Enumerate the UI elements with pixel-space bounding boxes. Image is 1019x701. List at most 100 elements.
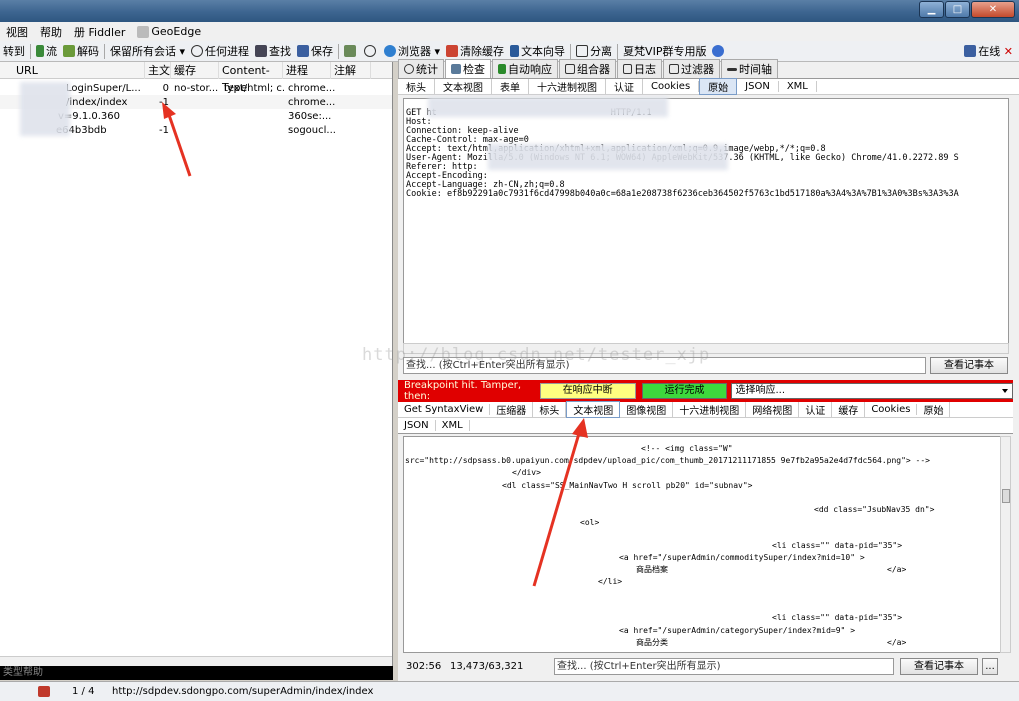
tearoff-button[interactable]: 分离 — [573, 43, 615, 59]
any-process-button[interactable]: 任何进程 — [188, 43, 252, 59]
find-button[interactable]: 查找 — [252, 43, 294, 59]
req-tab-cookies[interactable]: Cookies — [643, 81, 700, 92]
req-tab-textview[interactable]: 文本视图 — [435, 79, 492, 94]
col-comments[interactable]: 注解 — [331, 61, 371, 79]
response-size: 13,473/63,321 — [450, 660, 524, 672]
resp-tab-headers[interactable]: 标头 — [533, 402, 567, 417]
tab-timeline[interactable]: 时间轴 — [721, 59, 778, 78]
binoculars-icon — [255, 45, 268, 57]
decode-button[interactable]: 解码 — [60, 43, 102, 59]
response-tabs-row2: JSON XML — [398, 418, 1013, 434]
tab-autoresponder[interactable]: 自动响应 — [492, 59, 558, 78]
keep-sessions-dropdown[interactable]: 保留所有会话 ▾ — [107, 43, 188, 59]
timer-icon — [364, 45, 377, 57]
browser-dropdown[interactable]: 浏览器 ▾ — [381, 43, 443, 59]
breakpoint-label: Breakpoint hit. Tamper, then: — [404, 380, 522, 402]
session-list: URL 主文 缓存 Content-Type 进程 注解 LoginSuper/… — [0, 61, 393, 667]
req-tab-headers[interactable]: 标头 — [398, 79, 435, 94]
request-tabs: 标头 文本视图 表单 十六进制视图 认证 Cookies 原始 JSON XML — [398, 78, 1019, 95]
request-raw-text[interactable]: GET ht HTTP/1.1Host:Connection: keep-ali… — [403, 98, 1009, 344]
req-tab-auth[interactable]: 认证 — [606, 79, 643, 94]
req-tab-raw[interactable]: 原始 — [699, 78, 738, 95]
req-tab-xml[interactable]: XML — [779, 81, 817, 92]
online-indicator[interactable]: 在线 ✕ — [964, 41, 1013, 61]
menu-geoedge[interactable]: GeoEdge — [131, 25, 207, 38]
run-to-completion-button[interactable]: 运行完成 — [641, 383, 728, 399]
inspector-pane: 统计 检查 自动响应 组合器 日志 过滤器 时间轴 标头 文本视图 表单 十六进… — [398, 59, 1019, 681]
vip-label: 夏梵VIP群专用版 — [623, 45, 707, 58]
camera-icon — [344, 45, 357, 57]
status-bar: 1 / 4 http://sdpdev.sdongpo.com/superAdm… — [0, 681, 1019, 701]
stream-button[interactable]: 流 — [33, 43, 60, 59]
quickexec-status: 类型帮助 — [0, 666, 393, 680]
tab-filters[interactable]: 过滤器 — [663, 59, 720, 78]
col-cache[interactable]: 缓存 — [171, 61, 219, 79]
text-wizard-button[interactable]: 文本向导 — [507, 43, 568, 59]
col-body[interactable]: 主文 — [145, 61, 171, 79]
resp-tab-xml[interactable]: XML — [436, 420, 470, 431]
tab-inspectors[interactable]: 检查 — [445, 59, 491, 78]
response-text[interactable]: <!-- <img class="W" src="http://sdpsass.… — [403, 436, 1008, 653]
col-url[interactable]: URL — [0, 61, 145, 79]
col-content-type[interactable]: Content-Type — [219, 61, 283, 94]
maximize-button[interactable]: □ — [945, 1, 970, 18]
cursor-position: 302:56 — [406, 660, 442, 672]
geoedge-icon — [137, 26, 150, 38]
minimize-button[interactable]: ▁ — [919, 1, 944, 18]
stream-icon — [36, 45, 44, 57]
tab-composer[interactable]: 组合器 — [559, 59, 616, 78]
close-button[interactable]: ✕ — [971, 1, 1015, 18]
resp-tab-hexview[interactable]: 十六进制视图 — [673, 402, 747, 417]
resp-tab-caching[interactable]: 缓存 — [832, 402, 866, 417]
tab-log[interactable]: 日志 — [617, 59, 662, 78]
request-notepad-button[interactable]: 查看记事本 — [930, 357, 1008, 374]
text-wizard-icon — [510, 45, 520, 57]
resp-tab-textview[interactable]: 文本视图 — [566, 401, 621, 418]
break-on-response-button[interactable]: 在响应中断 — [539, 383, 636, 399]
watermark: http://blog.csdn.net/tester_xjp — [362, 345, 711, 365]
resp-tab-cookies[interactable]: Cookies — [865, 404, 918, 415]
redacted-area — [428, 97, 668, 117]
composer-icon — [565, 64, 575, 74]
req-tab-json[interactable]: JSON — [737, 81, 779, 92]
menu-view[interactable]: 视图 — [0, 24, 34, 40]
capture-icon[interactable] — [38, 686, 50, 697]
response-notepad-button[interactable]: 查看记事本 — [900, 657, 978, 675]
choose-response-select[interactable]: 选择响应... — [731, 383, 1013, 399]
resp-tab-json[interactable]: JSON — [398, 420, 436, 431]
menu-bar: 视图 帮助 册 Fiddler GeoEdge — [0, 22, 1019, 41]
col-process[interactable]: 进程 — [283, 61, 331, 79]
resp-tab-syntaxview[interactable]: Get SyntaxView — [398, 404, 491, 415]
decode-icon — [63, 45, 75, 57]
resp-tab-webview[interactable]: 网络视图 — [746, 402, 800, 417]
resp-tab-raw[interactable]: 原始 — [917, 402, 951, 417]
scroll-thumb[interactable] — [1002, 489, 1010, 503]
response-find-input[interactable]: 查找... (按Ctrl+Enter突出所有显示) — [554, 657, 894, 675]
resp-tab-imageview[interactable]: 图像视图 — [620, 402, 674, 417]
req-tab-webforms[interactable]: 表单 — [492, 79, 529, 94]
menu-fiddler[interactable]: 册 Fiddler — [68, 24, 131, 40]
goto-button[interactable]: 转到 — [0, 43, 28, 59]
timeline-icon — [727, 67, 737, 71]
clear-cache-button[interactable]: 清除缓存 — [443, 43, 507, 59]
tab-statistics[interactable]: 统计 — [398, 59, 444, 78]
inspect-icon — [451, 64, 461, 74]
resp-tab-auth[interactable]: 认证 — [799, 402, 833, 417]
session-list-header: URL 主文 缓存 Content-Type 进程 注解 — [0, 61, 392, 94]
lightning-icon — [498, 64, 506, 74]
inspector-tabs: 统计 检查 自动响应 组合器 日志 过滤器 时间轴 — [398, 59, 1019, 79]
resp-tab-transformer[interactable]: 压缩器 — [490, 402, 534, 417]
response-more-button[interactable]: ... — [982, 657, 998, 675]
help-button[interactable] — [709, 45, 729, 57]
menu-help[interactable]: 帮助 — [34, 24, 68, 40]
tearoff-icon — [576, 45, 589, 57]
save-button[interactable]: 保存 — [294, 43, 336, 59]
response-vscroll[interactable] — [1000, 436, 1011, 653]
req-tab-hexview[interactable]: 十六进制视图 — [529, 79, 606, 94]
screenshot-button[interactable] — [341, 45, 361, 57]
checkbox-icon — [669, 64, 679, 74]
session-count: 1 / 4 — [72, 686, 95, 697]
timer-button[interactable] — [361, 45, 381, 57]
breakpoint-bar: Breakpoint hit. Tamper, then: 在响应中断 运行完成… — [398, 380, 1013, 402]
help-icon — [712, 45, 725, 57]
